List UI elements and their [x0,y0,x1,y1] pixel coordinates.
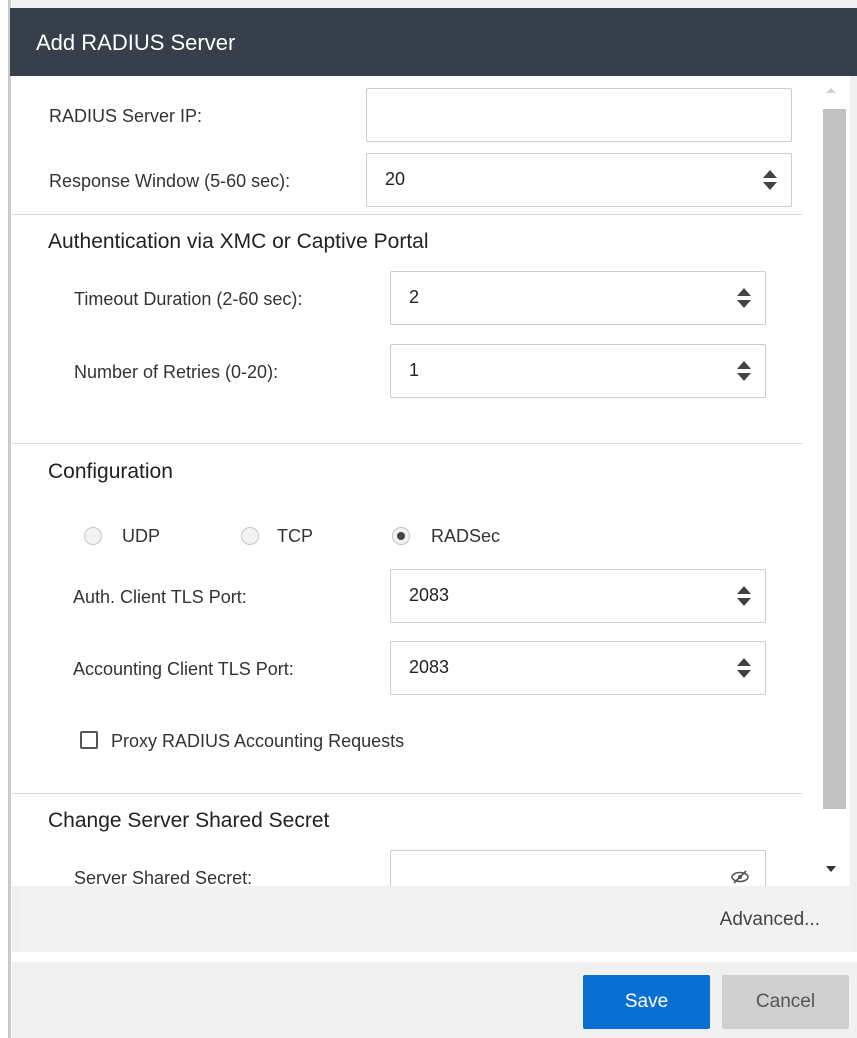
server-ip-label: RADIUS Server IP: [49,106,203,126]
timeout-duration-value: 2 [409,287,420,307]
dialog-content: RADIUS Server IP: Response Window (5-60 … [12,76,820,886]
eye-slash-icon[interactable] [729,869,751,885]
retries-spinner[interactable] [737,359,751,385]
shared-secret-heading: Change Server Shared Secret [48,809,330,832]
server-ip-input[interactable] [366,88,792,142]
udp-radio[interactable] [84,527,102,545]
spinner-up-icon[interactable] [737,586,751,594]
auth-section-heading: Authentication via XMC or Captive Portal [48,230,429,253]
radsec-label: RADSec [431,526,501,546]
add-radius-server-dialog: Add RADIUS Server RADIUS Server IP: Resp… [0,0,857,1038]
scrollbar-thumb[interactable] [823,109,846,809]
auth-port-input[interactable]: 2083 [390,569,766,623]
advanced-link[interactable]: Advanced... [720,909,820,931]
acct-port-input[interactable]: 2083 [390,641,766,695]
timeout-duration-input[interactable]: 2 [390,271,766,325]
spinner-down-icon[interactable] [763,182,777,190]
spinner-down-icon[interactable] [737,598,751,606]
left-border [0,0,12,1038]
retries-label: Number of Retries (0-20): [74,362,279,382]
acct-port-label: Accounting Client TLS Port: [73,659,294,679]
spinner-down-icon[interactable] [737,373,751,381]
cancel-button[interactable]: Cancel [722,975,849,1029]
title-bar: Add RADIUS Server [10,8,857,76]
response-window-spinner[interactable] [763,168,777,194]
response-window-value: 20 [385,169,406,189]
response-window-label: Response Window (5-60 sec): [49,171,291,191]
scroll-up-icon[interactable] [826,88,836,93]
proxy-accounting-label: Proxy RADIUS Accounting Requests [111,731,405,751]
acct-port-spinner[interactable] [737,656,751,682]
udp-label: UDP [122,526,161,546]
tcp-label: TCP [277,526,313,546]
radsec-radio[interactable] [392,527,410,545]
advanced-bar: Advanced... [22,886,850,952]
save-button[interactable]: Save [583,975,710,1029]
acct-port-value: 2083 [409,657,450,677]
spinner-down-icon[interactable] [737,670,751,678]
spinner-up-icon[interactable] [737,361,751,369]
scroll-down-icon[interactable] [826,866,836,872]
divider [12,443,802,444]
retries-input[interactable]: 1 [390,344,766,398]
configuration-heading: Configuration [48,460,173,483]
spinner-up-icon[interactable] [737,288,751,296]
auth-port-spinner[interactable] [737,584,751,610]
proxy-accounting-checkbox[interactable] [80,731,98,749]
shared-secret-input[interactable] [390,850,766,886]
retries-value: 1 [409,360,420,380]
response-window-input[interactable]: 20 [366,153,792,207]
timeout-duration-label: Timeout Duration (2-60 sec): [74,289,303,309]
footer-separator [12,952,857,962]
auth-port-label: Auth. Client TLS Port: [73,587,247,607]
timeout-duration-spinner[interactable] [737,286,751,312]
spinner-up-icon[interactable] [737,658,751,666]
tcp-radio[interactable] [241,527,259,545]
dialog-title: Add RADIUS Server [36,30,236,55]
spinner-down-icon[interactable] [737,300,751,308]
shared-secret-label: Server Shared Secret: [74,868,253,886]
divider [12,214,802,215]
auth-port-value: 2083 [409,585,450,605]
spinner-up-icon[interactable] [763,170,777,178]
divider [12,793,802,794]
